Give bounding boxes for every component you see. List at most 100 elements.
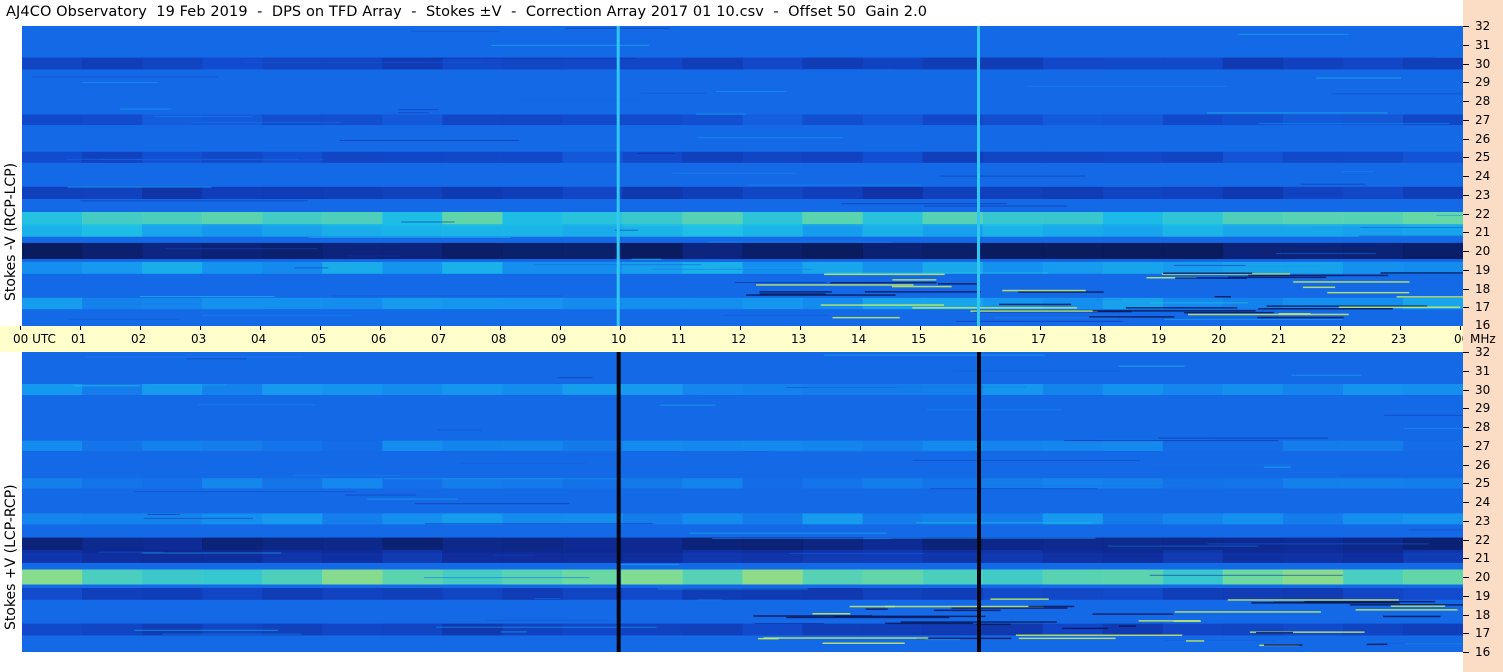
top-band-4 <box>802 212 863 227</box>
top-streak <box>153 116 253 118</box>
top-band-0 <box>82 57 143 70</box>
top-band-3 <box>382 186 443 199</box>
top-band-6 <box>1282 242 1344 260</box>
bottom-band-3 <box>1102 513 1164 525</box>
bottom-band-2 <box>802 478 863 489</box>
top-interference <box>824 273 945 276</box>
spectrogram-bottom <box>22 352 1463 652</box>
top-interference <box>1257 316 1344 319</box>
top-band-7 <box>922 262 984 274</box>
bottom-streak <box>534 598 561 600</box>
bottom-band-6 <box>862 569 924 585</box>
bottom-interference <box>1355 609 1458 611</box>
freq-tick-label: 18 <box>1475 281 1491 296</box>
top-band-1 <box>382 114 443 126</box>
bottom-streak <box>619 564 680 566</box>
bottom-streak <box>162 633 301 635</box>
top-streak <box>491 44 649 46</box>
bottom-band-7 <box>922 588 984 600</box>
top-band-2 <box>1162 151 1224 163</box>
time-tick-label: 10 <box>611 332 627 346</box>
top-band-3 <box>502 186 563 199</box>
bottom-band-7 <box>1042 588 1104 600</box>
top-band-8 <box>502 297 563 310</box>
freq-tick-mark <box>1463 483 1469 485</box>
bottom-band-0 <box>1222 384 1284 395</box>
bottom-band-6 <box>202 569 263 585</box>
top-streak <box>1316 77 1401 79</box>
top-band-2 <box>382 151 443 163</box>
bottom-band-2 <box>1102 478 1164 489</box>
top-band-3 <box>1042 186 1104 199</box>
top-band-4 <box>202 212 263 227</box>
freq-tick-mark <box>1463 269 1469 271</box>
top-band-4 <box>742 212 803 227</box>
bottom-band-3 <box>442 513 503 525</box>
time-tick-label: 22 <box>1331 332 1347 346</box>
freq-tick-label: 25 <box>1475 476 1491 491</box>
time-tick-mark <box>200 326 201 330</box>
top-band-5 <box>1282 224 1344 237</box>
frequency-unit-label: MHz <box>1470 332 1496 346</box>
top-band-8 <box>322 297 383 310</box>
top-band-2 <box>1282 151 1344 163</box>
top-band-1 <box>622 114 683 126</box>
top-interference <box>937 283 980 285</box>
top-band-0 <box>1162 57 1224 70</box>
freq-tick-label: 29 <box>1475 75 1491 90</box>
time-tick-mark <box>380 326 381 330</box>
top-band-0 <box>142 57 203 70</box>
bottom-band-2 <box>742 478 803 489</box>
bottom-band-3 <box>82 513 143 525</box>
top-band-2 <box>82 151 143 163</box>
bottom-band-5 <box>982 549 1044 563</box>
bottom-streak <box>356 641 395 643</box>
top-streak <box>294 267 329 269</box>
time-tick-mark <box>920 326 921 330</box>
bottom-streak <box>1095 438 1214 440</box>
bottom-streak <box>925 639 961 641</box>
top-interference <box>998 303 1072 306</box>
bottom-streak <box>557 377 593 379</box>
bottom-streak <box>807 386 1026 388</box>
top-streak <box>1164 319 1344 320</box>
top-band-1 <box>22 114 83 126</box>
top-band-2 <box>862 151 924 163</box>
top-interference <box>1214 296 1231 298</box>
bottom-streak <box>823 354 1045 356</box>
bottom-band-1 <box>82 440 143 451</box>
freq-tick-label: 21 <box>1475 551 1491 566</box>
top-band-0 <box>1222 57 1284 70</box>
bottom-band-1 <box>862 440 924 451</box>
top-band-6 <box>982 242 1044 260</box>
bottom-streak <box>1158 437 1329 439</box>
top-interference <box>832 316 900 319</box>
time-axis: 00 UTC 01 02 03 04 05 06 07 08 09 10 11 12 13 14 15 16 17… <box>0 326 1469 352</box>
bottom-band-0 <box>1342 384 1404 395</box>
freq-tick-mark <box>1463 82 1469 84</box>
top-interference <box>759 293 826 295</box>
top-band-0 <box>502 57 563 70</box>
top-band-6 <box>862 242 924 260</box>
freq-tick-label: 23 <box>1475 187 1491 202</box>
top-band-3 <box>1342 186 1404 199</box>
bottom-band-7 <box>622 588 683 600</box>
top-interference <box>830 281 937 284</box>
top-streak <box>201 314 353 316</box>
time-tick-label: 06 <box>371 332 387 346</box>
bottom-band-8 <box>382 623 443 636</box>
top-streak <box>32 76 218 78</box>
freq-tick-mark <box>1463 558 1469 560</box>
freq-tick-mark <box>1463 539 1469 541</box>
bottom-interference <box>933 609 1001 612</box>
freq-tick-mark <box>1463 614 1469 616</box>
time-tick-mark <box>740 326 741 330</box>
bottom-streak <box>383 478 623 480</box>
bottom-streak <box>436 626 657 628</box>
time-tick-mark <box>1460 326 1461 330</box>
top-streak <box>1026 85 1228 87</box>
bottom-interference <box>812 613 851 615</box>
top-band-2 <box>1042 151 1104 163</box>
freq-tick-mark <box>1463 119 1469 121</box>
bottom-interference <box>1174 611 1321 613</box>
